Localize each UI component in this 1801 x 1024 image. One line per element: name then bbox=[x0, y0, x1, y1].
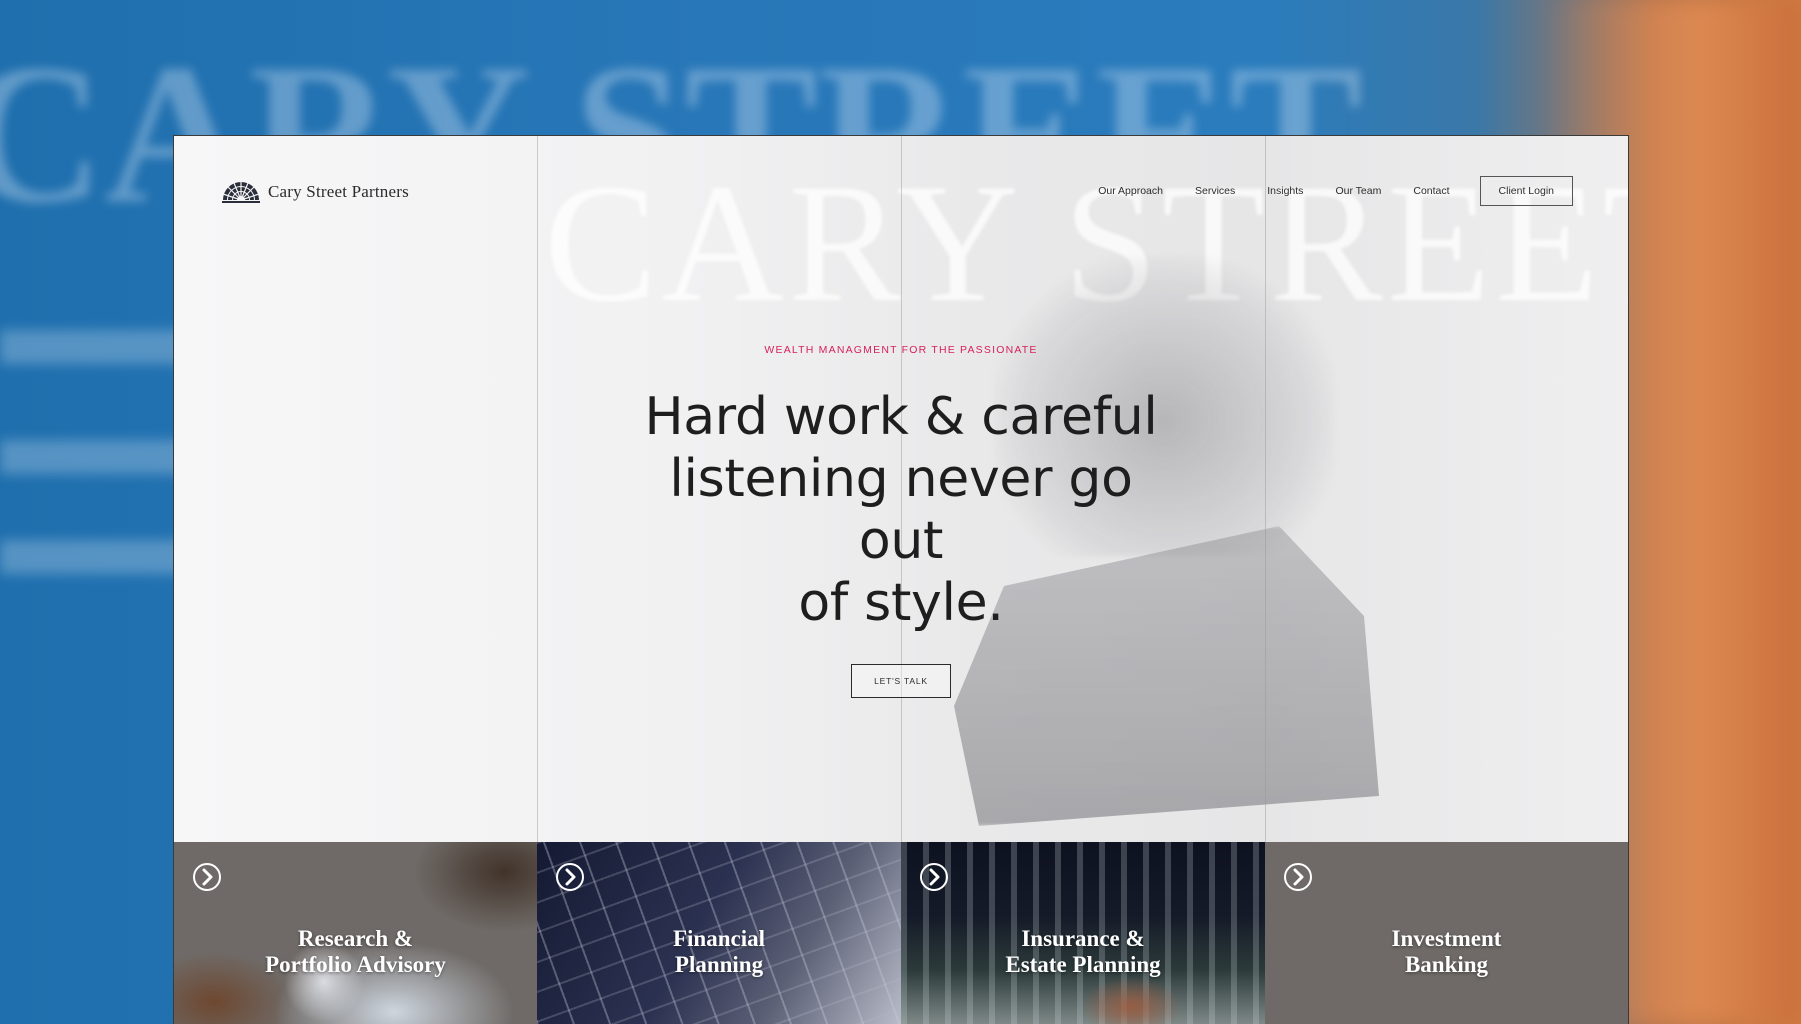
card-title-line: Portfolio Advisory bbox=[265, 952, 446, 977]
nav-contact[interactable]: Contact bbox=[1413, 185, 1449, 197]
nav-insights[interactable]: Insights bbox=[1267, 185, 1303, 197]
headline-line: of style. bbox=[798, 573, 1004, 633]
client-login-button[interactable]: Client Login bbox=[1479, 176, 1573, 206]
chevron-circle-right-icon bbox=[1284, 863, 1312, 891]
hero-headline: Hard work & careful listening never go o… bbox=[621, 386, 1181, 634]
card-title: Research & Portfolio Advisory bbox=[174, 926, 537, 978]
brand-name: Cary Street Partners bbox=[268, 182, 409, 201]
services-cards: Research & Portfolio Advisory Financial … bbox=[174, 842, 1628, 1024]
hero-section: CARY STREET Cary Street Partners Our App… bbox=[174, 136, 1628, 842]
nav-services[interactable]: Services bbox=[1195, 185, 1235, 197]
chevron-circle-right-icon bbox=[193, 863, 221, 891]
card-title: Investment Banking bbox=[1265, 926, 1628, 978]
card-title-line: Research & bbox=[297, 926, 414, 951]
card-title: Financial Planning bbox=[537, 926, 901, 978]
card-title-line: Estate Planning bbox=[1005, 952, 1161, 977]
hero-content: WEALTH MANAGMENT FOR THE PASSIONATE Hard… bbox=[174, 344, 1628, 698]
card-investment-banking[interactable]: Investment Banking bbox=[1265, 842, 1628, 1024]
card-research-portfolio-advisory[interactable]: Research & Portfolio Advisory bbox=[174, 842, 537, 1024]
card-title-line: Planning bbox=[674, 952, 764, 977]
site-logo[interactable]: Cary Street Partners bbox=[222, 181, 409, 203]
nav-our-team[interactable]: Our Team bbox=[1335, 185, 1381, 197]
nav-our-approach[interactable]: Our Approach bbox=[1098, 185, 1163, 197]
lets-talk-button[interactable]: LET'S TALK bbox=[851, 664, 951, 698]
rising-sun-icon bbox=[222, 181, 260, 203]
card-financial-planning[interactable]: Financial Planning bbox=[537, 842, 901, 1024]
card-title-line: Insurance & bbox=[1021, 926, 1145, 951]
browser-frame: CARY STREET Cary Street Partners Our App… bbox=[173, 135, 1629, 1024]
card-title-line: Investment bbox=[1391, 926, 1502, 951]
card-title: Insurance & Estate Planning bbox=[901, 926, 1265, 978]
card-title-line: Banking bbox=[1404, 952, 1489, 977]
chevron-circle-right-icon bbox=[920, 863, 948, 891]
headline-line: Hard work & careful bbox=[644, 387, 1158, 447]
headline-line: listening never go out bbox=[669, 449, 1133, 571]
card-insurance-estate-planning[interactable]: Insurance & Estate Planning bbox=[901, 842, 1265, 1024]
chevron-circle-right-icon bbox=[556, 863, 584, 891]
main-nav: Our Approach Services Insights Our Team … bbox=[1098, 176, 1573, 206]
hero-eyebrow: WEALTH MANAGMENT FOR THE PASSIONATE bbox=[764, 344, 1038, 356]
card-title-line: Financial bbox=[672, 926, 765, 951]
